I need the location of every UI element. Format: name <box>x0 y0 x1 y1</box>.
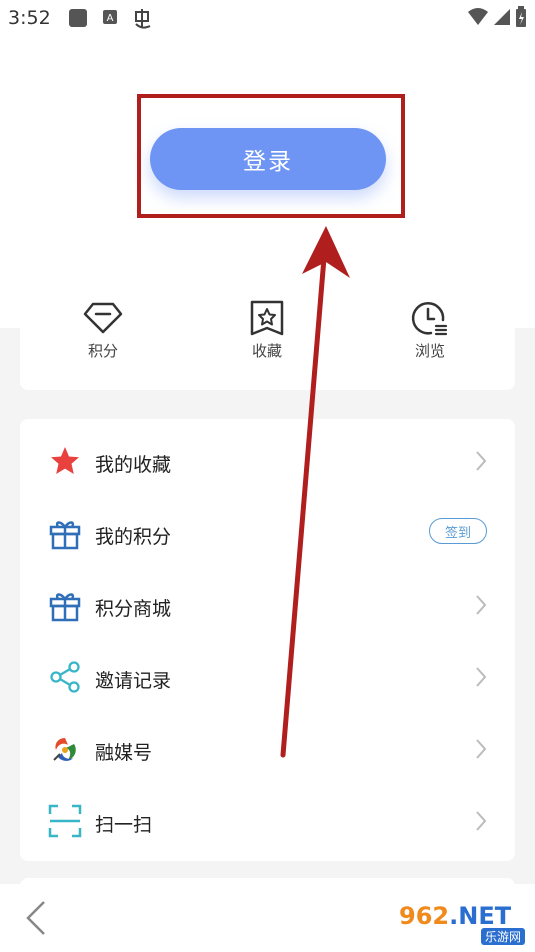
menu-item-label: 扫一扫 <box>95 814 153 836</box>
square-icon <box>68 8 88 32</box>
menu-item-scan[interactable]: 扫一扫 <box>20 786 515 858</box>
menu-item-label: 我的收藏 <box>95 454 172 476</box>
signin-badge[interactable]: 签到 <box>429 518 487 544</box>
back-icon[interactable] <box>24 900 48 940</box>
chevron-right-icon <box>476 451 487 471</box>
a-icon: A <box>102 8 118 30</box>
watermark-number: 962.NET <box>399 902 512 930</box>
highlight-box <box>137 94 405 218</box>
bug-icon <box>132 8 154 34</box>
signal-icon <box>493 8 511 30</box>
gift-icon <box>49 521 81 550</box>
chevron-right-icon <box>476 811 487 831</box>
scan-icon <box>48 804 82 838</box>
gift-icon <box>49 593 81 622</box>
diamond-icon <box>83 302 123 334</box>
status-time: 3:52 <box>8 7 51 29</box>
bottom-nav: 962.NET 乐游网 <box>0 884 535 952</box>
star-icon <box>51 447 79 474</box>
quick-action-label: 收藏 <box>251 342 282 360</box>
watermark-site-name: 乐游网 <box>480 928 525 945</box>
chevron-right-icon <box>476 739 487 759</box>
status-bar: 3:52 A <box>0 0 535 38</box>
quick-actions-card: 积分 收藏 浏览 <box>20 280 515 390</box>
clock-history-icon <box>411 302 448 336</box>
menu-item-my-points[interactable]: 我的积分 签到 <box>20 498 515 570</box>
menu-item-label: 我的积分 <box>95 526 172 548</box>
menu-card: 我的收藏 我的积分 签到 积分商城 邀请记录 融媒号 扫一扫 <box>20 419 515 861</box>
wifi-icon <box>467 8 489 30</box>
menu-item-label: 积分商城 <box>95 598 172 620</box>
quick-action-label: 浏览 <box>414 342 445 360</box>
svg-text:A: A <box>107 13 114 24</box>
media-logo-icon <box>53 738 76 761</box>
quick-action-favorites[interactable]: 收藏 <box>222 300 312 361</box>
chevron-right-icon <box>476 595 487 615</box>
battery-icon <box>515 6 527 32</box>
share-icon <box>50 661 80 693</box>
menu-item-media-account[interactable]: 融媒号 <box>20 714 515 786</box>
menu-item-label: 邀请记录 <box>95 670 172 692</box>
quick-action-history[interactable]: 浏览 <box>385 300 475 361</box>
quick-action-label: 积分 <box>87 342 118 360</box>
menu-item-invite-records[interactable]: 邀请记录 <box>20 642 515 714</box>
chevron-right-icon <box>476 667 487 687</box>
bookmark-star-icon <box>250 300 284 336</box>
menu-item-points-mall[interactable]: 积分商城 <box>20 570 515 642</box>
menu-item-label: 融媒号 <box>95 742 153 764</box>
quick-action-points[interactable]: 积分 <box>58 300 148 361</box>
menu-item-my-favorites[interactable]: 我的收藏 <box>20 426 515 498</box>
watermark: 962.NET 乐游网 <box>399 902 527 946</box>
